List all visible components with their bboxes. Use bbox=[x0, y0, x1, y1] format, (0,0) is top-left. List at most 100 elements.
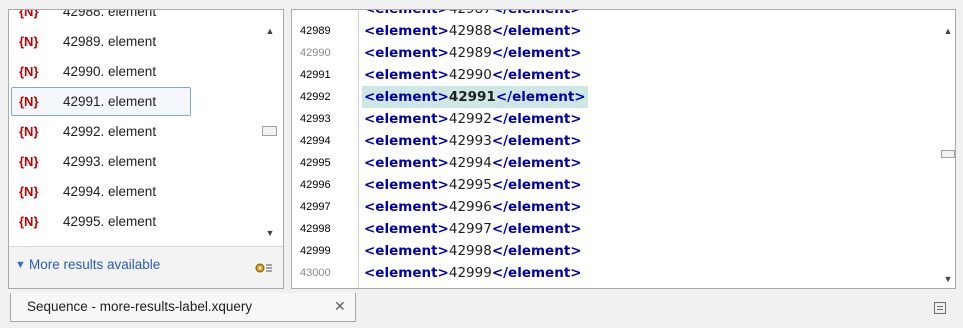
code-line[interactable]: 42994 <element>42993</element> bbox=[292, 130, 942, 152]
element-value: 42990 bbox=[448, 67, 492, 83]
line-number: 42990 bbox=[300, 47, 331, 59]
line-number: 42991 bbox=[300, 69, 331, 81]
editor-scrollbar-thumb[interactable] bbox=[941, 150, 955, 158]
open-tag: <element> bbox=[364, 67, 449, 83]
list-item-label: 42992. element bbox=[63, 124, 157, 139]
code-editor[interactable]: <element>42987</element> 42989 <element>42… bbox=[291, 9, 956, 289]
line-number: 42995 bbox=[300, 157, 331, 169]
node-type-icon: {N} bbox=[19, 94, 39, 109]
code-text: <element>42989</element> bbox=[364, 42, 582, 64]
code-text: <element>42994</element> bbox=[364, 152, 582, 174]
code-line[interactable]: 42990 <element>42989</element> bbox=[292, 42, 942, 64]
scroll-down-arrow-icon[interactable]: ▼ bbox=[257, 226, 283, 240]
code-line[interactable]: <element>42987</element> bbox=[292, 9, 942, 20]
open-tag: <element> bbox=[364, 89, 449, 105]
close-tag: </element> bbox=[491, 265, 582, 281]
list-item[interactable]: {N} 42992. element bbox=[9, 117, 257, 147]
code-text: <element>42990</element> bbox=[364, 64, 582, 86]
list-item[interactable]: {N} 42995. element bbox=[9, 207, 257, 237]
tab-label: Sequence - more-results-label.xquery bbox=[27, 299, 253, 314]
code-line[interactable]: 43000 <element>42999</element> bbox=[292, 262, 942, 284]
scroll-up-arrow-icon[interactable]: ▲ bbox=[935, 24, 955, 38]
open-tag: <element> bbox=[364, 177, 449, 193]
open-tag: <element> bbox=[364, 155, 449, 171]
code-text: <element>42993</element> bbox=[364, 130, 582, 152]
element-value: 42992 bbox=[448, 111, 492, 127]
app-window: {N} 42988. element {N} 42989. element {N} 429… bbox=[0, 0, 963, 328]
results-list: {N} 42988. element {N} 42989. element {N} 429… bbox=[9, 10, 257, 246]
list-item[interactable]: {N} 42991. element bbox=[9, 87, 257, 117]
element-value: 42994 bbox=[448, 155, 492, 171]
double-chevron-down-icon[interactable]: ▼ bbox=[15, 259, 26, 271]
editor-tab-bar: Sequence - more-results-label.xquery ✕ bbox=[0, 293, 963, 328]
scroll-down-arrow-icon[interactable]: ▼ bbox=[935, 272, 955, 286]
line-number: 42999 bbox=[300, 245, 331, 257]
list-item[interactable]: {N} 42989. element bbox=[9, 27, 257, 57]
code-text: <element>42998</element> bbox=[364, 240, 582, 262]
line-number: 43000 bbox=[300, 267, 331, 279]
code-line[interactable]: 42997 <element>42996</element> bbox=[292, 196, 942, 218]
close-tag: </element> bbox=[491, 221, 582, 237]
line-number: 42994 bbox=[300, 135, 331, 147]
open-tag: <element> bbox=[364, 45, 449, 61]
open-tag: <element> bbox=[364, 133, 449, 149]
close-tag: </element> bbox=[491, 177, 582, 193]
list-item-label: 42991. element bbox=[63, 94, 157, 109]
open-tag: <element> bbox=[364, 265, 449, 281]
code-text: <element>42995</element> bbox=[364, 174, 582, 196]
element-value: 42995 bbox=[448, 177, 492, 193]
node-type-icon: {N} bbox=[19, 34, 39, 49]
close-tag: </element> bbox=[491, 67, 582, 83]
node-type-icon: {N} bbox=[19, 124, 39, 139]
results-scrollbar-thumb[interactable] bbox=[262, 126, 277, 136]
list-item[interactable]: {N} 42990. element bbox=[9, 57, 257, 87]
list-item[interactable]: {N} 42994. element bbox=[9, 177, 257, 207]
more-results-link[interactable]: More results available bbox=[29, 257, 160, 272]
element-value: 42996 bbox=[448, 199, 492, 215]
code-line[interactable]: 42992 <element>42991</element> bbox=[292, 86, 942, 108]
code-text: <element>42997</element> bbox=[364, 218, 582, 240]
element-value: 42998 bbox=[448, 243, 492, 259]
element-value: 42987 bbox=[448, 9, 492, 17]
line-number: 42993 bbox=[300, 113, 331, 125]
close-icon[interactable]: ✕ bbox=[334, 298, 346, 315]
close-tag: </element> bbox=[491, 45, 582, 61]
code-line[interactable]: 42996 <element>42995</element> bbox=[292, 174, 942, 196]
results-scrollbar[interactable]: ▲ ▼ bbox=[257, 10, 283, 246]
tab-sequence[interactable]: Sequence - more-results-label.xquery ✕ bbox=[10, 293, 356, 322]
code-line[interactable]: 42993 <element>42992</element> bbox=[292, 108, 942, 130]
code-line[interactable]: 42991 <element>42990</element> bbox=[292, 64, 942, 86]
editor-scrollbar[interactable]: ▲ ▼ bbox=[941, 10, 955, 288]
code-text: <element>42992</element> bbox=[364, 108, 582, 130]
element-value: 42999 bbox=[448, 265, 492, 281]
line-number: 42989 bbox=[300, 25, 331, 37]
close-tag: </element> bbox=[491, 243, 582, 259]
line-number: 42998 bbox=[300, 223, 331, 235]
code-text: <element>42991</element> bbox=[362, 86, 588, 108]
list-item[interactable]: {N} 42993. element bbox=[9, 147, 257, 177]
panel-menu-icon[interactable] bbox=[934, 302, 946, 314]
open-tag: <element> bbox=[364, 111, 449, 127]
element-value: 42997 bbox=[448, 221, 492, 237]
node-type-icon: {N} bbox=[19, 214, 39, 229]
list-item-label: 42990. element bbox=[63, 64, 157, 79]
element-value: 42988 bbox=[448, 23, 492, 39]
close-tag: </element> bbox=[491, 133, 582, 149]
line-number: 42997 bbox=[300, 201, 331, 213]
list-item[interactable]: {N} 42988. element bbox=[9, 10, 257, 27]
list-item-label: 42988. element bbox=[63, 10, 157, 19]
code-line[interactable]: 42998 <element>42997</element> bbox=[292, 218, 942, 240]
element-value: 42993 bbox=[448, 133, 492, 149]
list-item-label: 42995. element bbox=[63, 214, 157, 229]
code-line[interactable]: 42999 <element>42998</element> bbox=[292, 240, 942, 262]
gear-list-icon[interactable] bbox=[255, 261, 273, 275]
code-line[interactable]: 42989 <element>42988</element> bbox=[292, 20, 942, 42]
node-type-icon: {N} bbox=[19, 184, 39, 199]
scroll-up-arrow-icon[interactable]: ▲ bbox=[257, 24, 283, 38]
node-type-icon: {N} bbox=[19, 64, 39, 79]
list-item-label: 42989. element bbox=[63, 34, 157, 49]
code-line[interactable]: 42995 <element>42994</element> bbox=[292, 152, 942, 174]
node-type-icon: {N} bbox=[19, 10, 39, 19]
close-tag: </element> bbox=[491, 23, 582, 39]
code-text: <element>42987</element> bbox=[364, 9, 582, 20]
